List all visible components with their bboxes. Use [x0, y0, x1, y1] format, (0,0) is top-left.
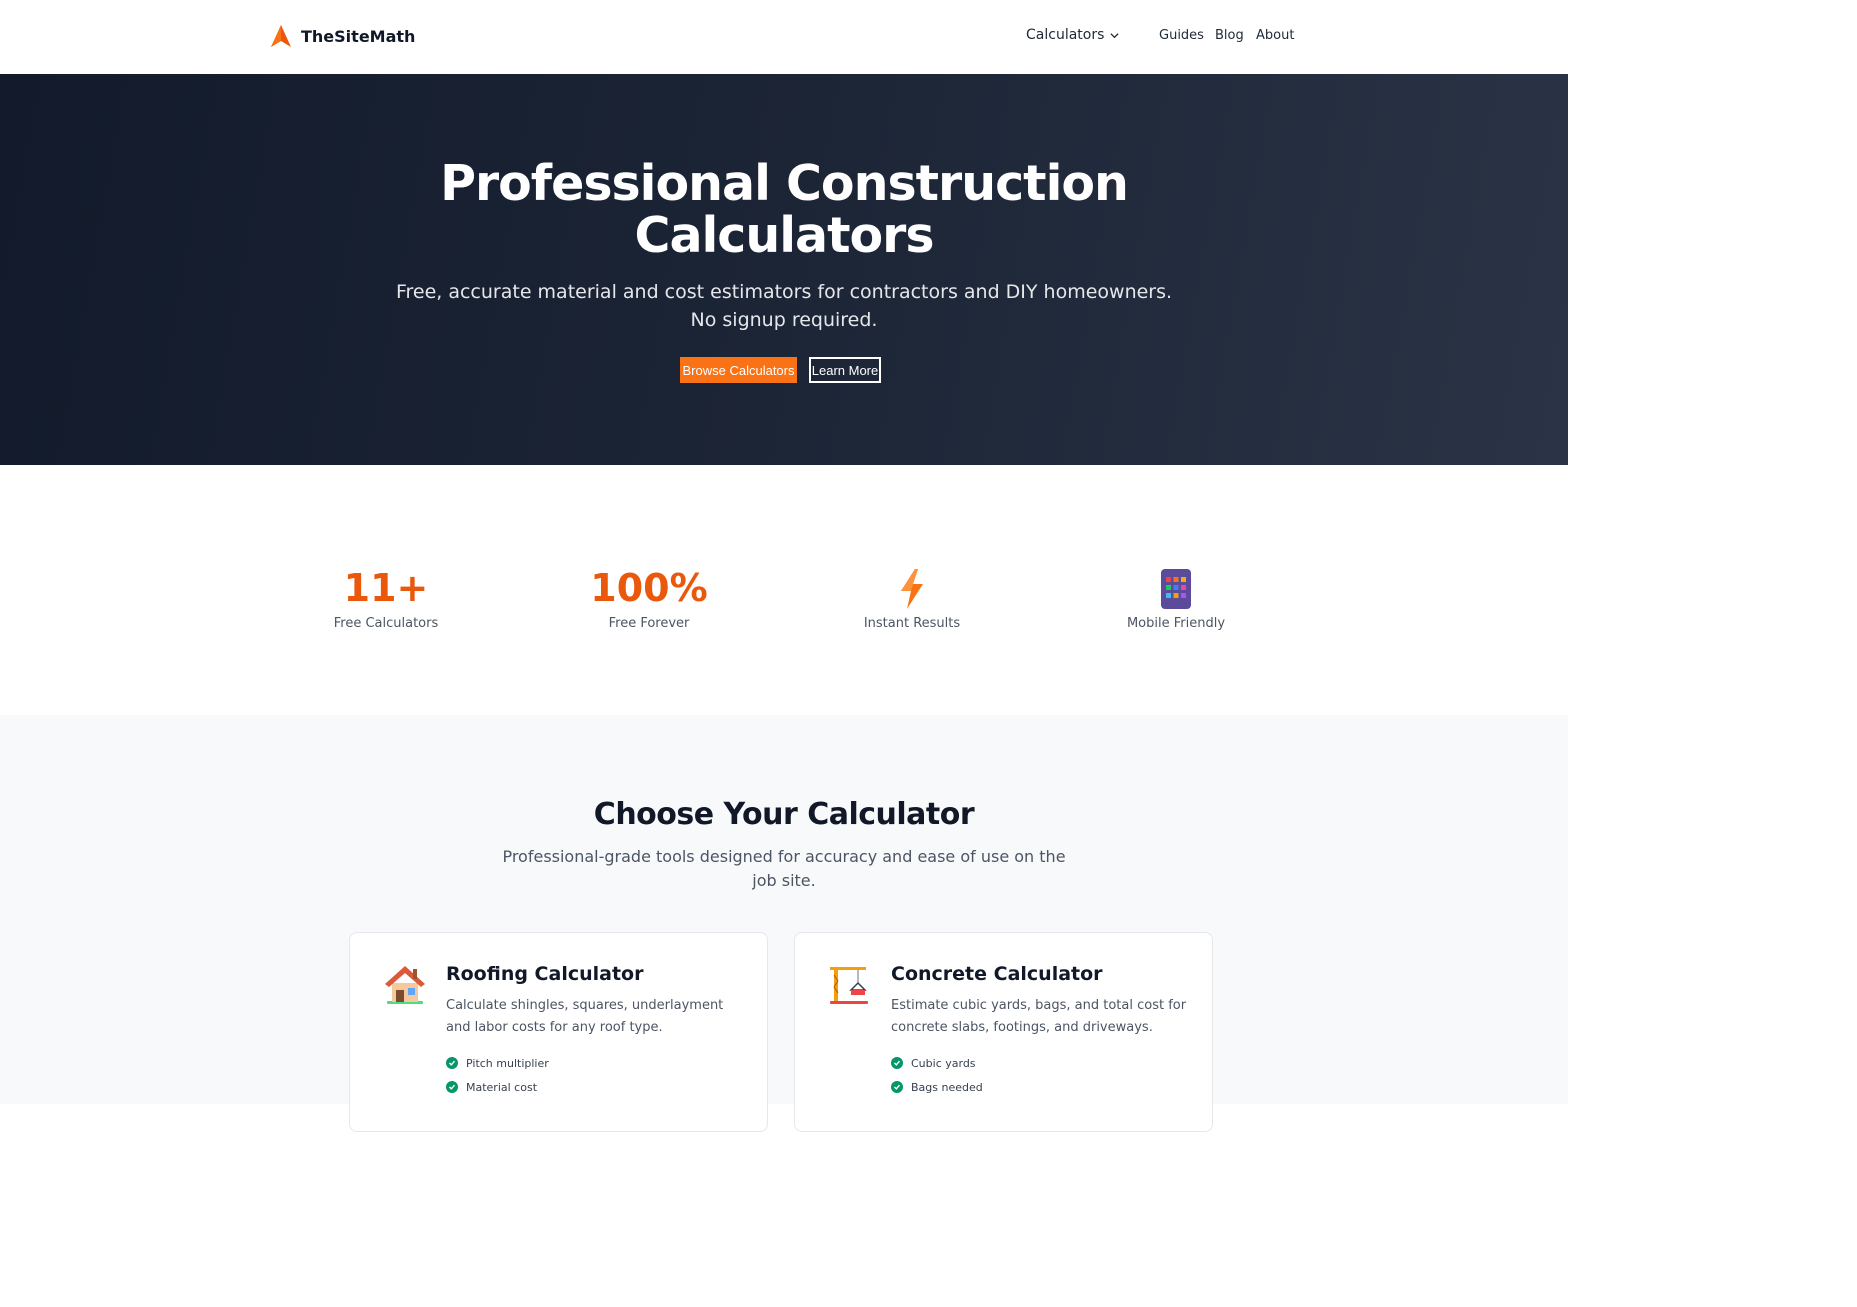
concrete-calculator-card[interactable]: Concrete Calculator Estimate cubic yards…	[794, 932, 1213, 1132]
stat-instant-results: Instant Results	[812, 566, 1012, 631]
card-description: Calculate shingles, squares, underlaymen…	[446, 998, 724, 1035]
lightning-icon	[812, 566, 1012, 612]
nav-about-link[interactable]: About	[1256, 28, 1294, 43]
chevron-down-icon	[1110, 32, 1120, 38]
mobile-phone-icon	[1076, 566, 1276, 612]
stat-mobile-friendly: Mobile Friendly	[1076, 566, 1276, 631]
feature-label: Cubic yards	[911, 1056, 976, 1070]
nav-calculators-dropdown[interactable]: Calculators	[1026, 27, 1120, 43]
hero-title: Professional Construction Calculators	[0, 158, 1568, 262]
card-features-list: Cubic yards Bags needed	[891, 1051, 983, 1099]
logo-icon	[271, 25, 291, 47]
stat-label: Mobile Friendly	[1126, 616, 1226, 631]
feature-label: Bags needed	[911, 1080, 983, 1094]
crane-icon	[828, 963, 872, 1007]
card-features-list: Pitch multiplier Material cost	[446, 1051, 549, 1099]
check-circle-icon	[891, 1081, 903, 1093]
logo-text: TheSiteMath	[301, 26, 416, 46]
nav-blog-link[interactable]: Blog	[1215, 28, 1244, 43]
hero-title-line1: Professional Construction	[440, 155, 1129, 212]
hero-subtitle: Free, accurate material and cost estimat…	[395, 281, 1173, 331]
hero-section: Professional Construction Calculators Fr…	[0, 74, 1568, 465]
stat-free-calculators: 11+ Free Calculators	[286, 566, 486, 631]
roofing-calculator-card[interactable]: Roofing Calculator Calculate shingles, s…	[349, 932, 768, 1132]
nav-calculators-label: Calculators	[1026, 27, 1105, 43]
stat-value: 100%	[590, 566, 708, 610]
section-subtitle: Professional-grade tools designed for ac…	[502, 847, 1066, 890]
hero-title-line2: Calculators	[634, 207, 934, 264]
check-circle-icon	[891, 1057, 903, 1069]
calculators-section: Choose Your Calculator Professional-grad…	[0, 715, 1568, 1132]
list-item: Bags needed	[891, 1075, 983, 1099]
browse-calculators-button[interactable]: Browse Calculators	[680, 357, 797, 383]
house-icon	[383, 963, 427, 1007]
check-circle-icon	[446, 1081, 458, 1093]
feature-label: Pitch multiplier	[466, 1056, 549, 1070]
card-description: Estimate cubic yards, bags, and total co…	[891, 998, 1187, 1035]
site-header: TheSiteMath Calculators Guides Blog Abou…	[0, 0, 1568, 74]
feature-label: Material cost	[466, 1080, 538, 1094]
stat-label: Free Calculators	[333, 616, 439, 631]
card-title: Roofing Calculator	[446, 963, 644, 985]
list-item: Cubic yards	[891, 1051, 983, 1075]
card-title: Concrete Calculator	[891, 963, 1103, 985]
check-circle-icon	[446, 1057, 458, 1069]
stat-label: Free Forever	[608, 616, 690, 631]
stat-free-forever: 100% Free Forever	[549, 566, 749, 631]
list-item: Pitch multiplier	[446, 1051, 549, 1075]
section-title: Choose Your Calculator	[593, 797, 975, 832]
stat-value: 11+	[343, 566, 429, 610]
learn-more-button[interactable]: Learn More	[809, 357, 881, 383]
nav-guides-link[interactable]: Guides	[1159, 28, 1204, 43]
list-item: Material cost	[446, 1075, 549, 1099]
site-logo[interactable]: TheSiteMath	[270, 24, 415, 48]
stat-label: Instant Results	[863, 616, 961, 631]
